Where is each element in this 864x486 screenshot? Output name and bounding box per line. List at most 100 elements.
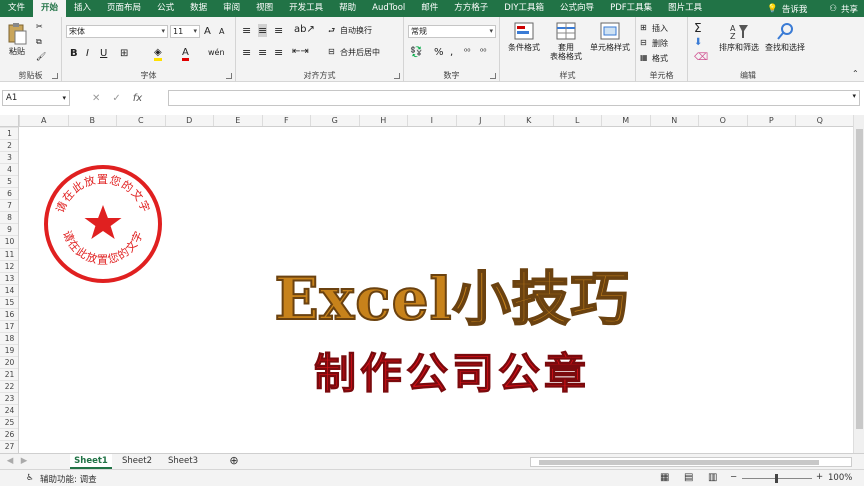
font-size-dropdown[interactable]: 11 ▾: [170, 25, 200, 38]
select-all-corner[interactable]: [0, 115, 19, 127]
column-header[interactable]: F: [261, 115, 311, 126]
row-header[interactable]: 15: [0, 295, 18, 308]
menu-pdf[interactable]: PDF工具集: [602, 0, 660, 17]
format-cells-button[interactable]: 格式: [652, 53, 668, 64]
row-header[interactable]: 7: [0, 199, 18, 211]
menu-formula-wizard[interactable]: 公式向导: [552, 0, 602, 17]
borders-icon[interactable]: ⊞: [120, 48, 128, 59]
row-header[interactable]: 24: [0, 404, 18, 416]
menu-file[interactable]: 文件: [0, 0, 33, 17]
row-header[interactable]: 20: [0, 355, 18, 368]
orientation-icon[interactable]: ab↗: [294, 24, 315, 35]
column-header[interactable]: Q: [795, 115, 844, 126]
column-header[interactable]: B: [67, 115, 117, 126]
column-header[interactable]: C: [116, 115, 165, 126]
align-top-icon[interactable]: ≡: [242, 24, 251, 37]
column-header[interactable]: D: [164, 115, 214, 126]
align-middle-icon[interactable]: ≡: [258, 24, 268, 37]
paste-button[interactable]: 粘贴: [4, 21, 30, 56]
row-header[interactable]: 22: [0, 380, 18, 392]
row-header[interactable]: 10: [0, 235, 18, 247]
row-header[interactable]: 8: [0, 211, 18, 223]
tab-sheet2[interactable]: Sheet2: [116, 454, 158, 469]
menu-home[interactable]: 开始: [33, 0, 67, 17]
align-center-icon[interactable]: ≡: [258, 46, 267, 59]
insert-cells-button[interactable]: 插入: [652, 23, 668, 34]
company-seal[interactable]: 请在此放置您的文字 请在此放置您的文字: [40, 161, 166, 287]
number-launcher-icon[interactable]: [490, 73, 496, 79]
format-painter-icon[interactable]: 🖌: [36, 52, 46, 61]
column-header[interactable]: I: [407, 115, 456, 126]
page-layout-view-icon[interactable]: ▤: [684, 472, 693, 483]
number-format-dropdown[interactable]: 常规 ▾: [408, 25, 496, 38]
menu-diy[interactable]: DIY工具箱: [496, 0, 552, 17]
clear-icon[interactable]: ⌫: [694, 52, 708, 63]
vertical-scrollbar[interactable]: [853, 115, 864, 453]
menu-data[interactable]: 数据: [182, 0, 215, 17]
increase-decimal-icon[interactable]: ⁰⁰: [464, 47, 470, 56]
indent-icon[interactable]: ⇤⇥: [292, 46, 309, 57]
column-header[interactable]: E: [213, 115, 262, 126]
menu-insert[interactable]: 插入: [66, 0, 99, 17]
italic-button[interactable]: I: [86, 48, 89, 59]
decrease-decimal-icon[interactable]: ⁰⁰: [480, 47, 486, 56]
row-header[interactable]: 18: [0, 331, 18, 344]
row-header[interactable]: 25: [0, 416, 18, 428]
collapse-ribbon-icon[interactable]: ⌃: [852, 69, 859, 78]
worksheet-area[interactable]: 请在此放置您的文字 请在此放置您的文字 Excel小技巧 制作公司公章: [20, 127, 853, 453]
font-name-dropdown[interactable]: 宋体 ▾: [66, 25, 168, 38]
currency-icon[interactable]: 💱: [410, 47, 422, 58]
copy-icon[interactable]: ⧉: [36, 37, 42, 47]
font-color-button[interactable]: A: [182, 47, 189, 61]
wrap-text-button[interactable]: 自动换行: [340, 25, 372, 36]
find-select-button[interactable]: 查找和选择: [762, 21, 808, 52]
phonetic-button[interactable]: wén: [208, 48, 225, 57]
column-header[interactable]: A: [19, 115, 68, 126]
row-header[interactable]: 19: [0, 343, 18, 356]
name-box[interactable]: A1 ▾: [2, 90, 70, 106]
column-header[interactable]: M: [601, 115, 650, 126]
row-header[interactable]: 4: [0, 163, 18, 175]
row-header[interactable]: 17: [0, 319, 18, 332]
share-button[interactable]: 共享: [841, 3, 858, 15]
expand-formula-icon[interactable]: ▾: [852, 92, 856, 100]
bold-button[interactable]: B: [70, 48, 78, 59]
sort-filter-button[interactable]: AZ 排序和筛选: [716, 21, 762, 52]
horizontal-scroll-thumb[interactable]: [539, 460, 819, 465]
format-as-table-button[interactable]: 套用 表格格式: [546, 21, 586, 61]
alignment-launcher-icon[interactable]: [394, 73, 400, 79]
menu-developer[interactable]: 开发工具: [281, 0, 331, 17]
row-header[interactable]: 5: [0, 175, 18, 187]
row-header[interactable]: 13: [0, 271, 18, 284]
menu-ffgz[interactable]: 方方格子: [446, 0, 496, 17]
zoom-out-button[interactable]: −: [730, 472, 737, 482]
row-header[interactable]: 2: [0, 139, 18, 151]
tell-me-search[interactable]: 告诉我: [782, 3, 808, 15]
row-header[interactable]: 21: [0, 368, 18, 380]
add-sheet-button[interactable]: ⊕: [226, 454, 242, 469]
comma-button[interactable]: ,: [450, 47, 453, 58]
menu-view[interactable]: 视图: [248, 0, 281, 17]
align-left-icon[interactable]: ≡: [242, 46, 251, 59]
align-bottom-icon[interactable]: ≡: [274, 24, 283, 37]
cancel-icon[interactable]: ✕: [92, 93, 100, 104]
column-header[interactable]: H: [358, 115, 408, 126]
cut-icon[interactable]: ✂: [36, 22, 43, 31]
delete-cells-button[interactable]: 删除: [652, 38, 668, 49]
tab-scroll-right-icon[interactable]: ▶: [18, 454, 30, 469]
merge-center-button[interactable]: 合并后居中: [340, 47, 380, 58]
page-break-view-icon[interactable]: ▥: [708, 472, 717, 483]
column-header[interactable]: J: [455, 115, 505, 126]
normal-view-icon[interactable]: ▦: [660, 472, 669, 483]
menu-formulas[interactable]: 公式: [149, 0, 182, 17]
zoom-level[interactable]: 100%: [828, 473, 852, 483]
horizontal-scrollbar[interactable]: [530, 457, 852, 467]
row-header[interactable]: 6: [0, 187, 18, 199]
cell-styles-button[interactable]: 单元格样式: [586, 21, 634, 52]
row-header[interactable]: 26: [0, 428, 18, 440]
column-header[interactable]: G: [310, 115, 359, 126]
percent-button[interactable]: %: [434, 47, 444, 58]
menu-mail[interactable]: 邮件: [413, 0, 446, 17]
column-header[interactable]: O: [698, 115, 747, 126]
font-launcher-icon[interactable]: [226, 73, 232, 79]
